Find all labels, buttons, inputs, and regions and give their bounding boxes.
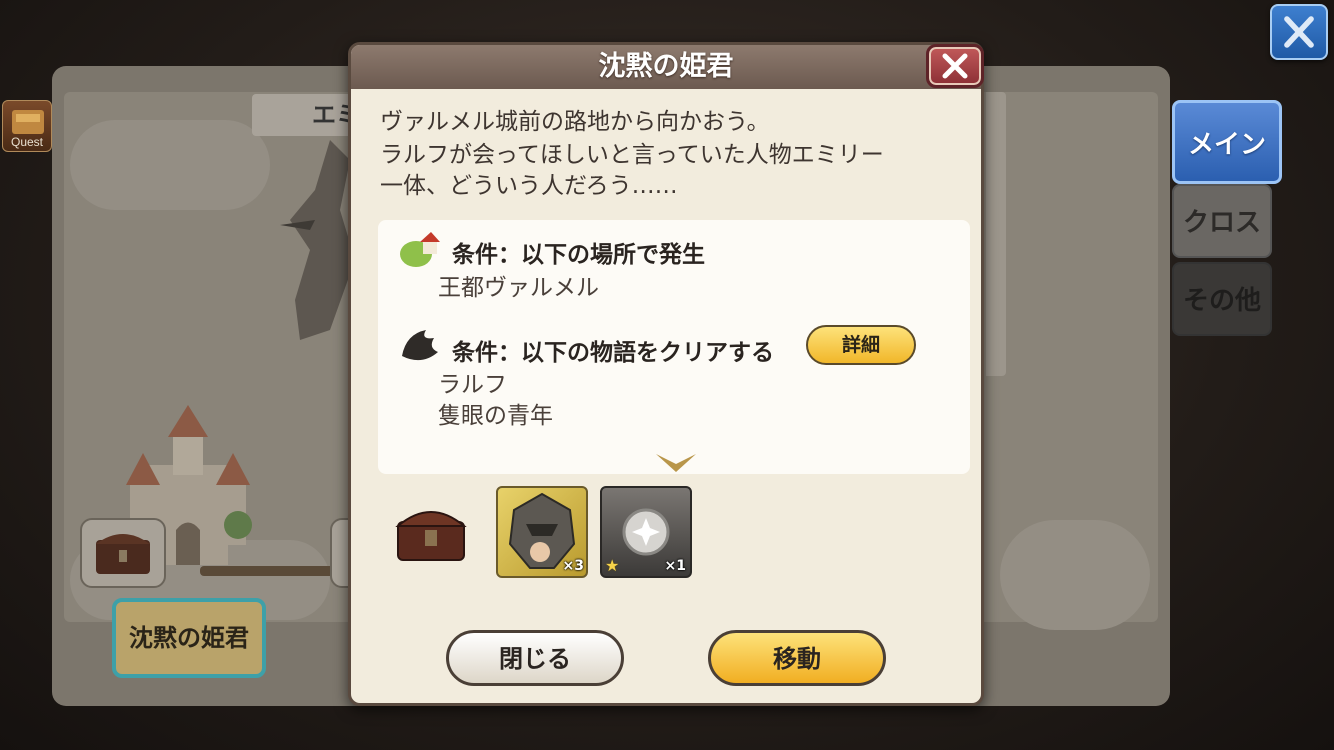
dialog-title: 沈黙の姫君 <box>598 51 734 82</box>
tab-other[interactable]: その他 <box>1172 262 1272 336</box>
detail-button[interactable]: 詳細 <box>806 325 916 365</box>
reward-chest-icon <box>395 511 467 561</box>
cloud <box>70 120 270 210</box>
dialog-close-button[interactable] <box>926 44 984 88</box>
tab-cross[interactable]: クロス <box>1172 184 1272 258</box>
close-x-icon <box>1284 16 1314 48</box>
description-line-2: ラルフが会ってほしいと言っていた人物エミリー <box>380 142 884 168</box>
condition-1-title: 条件：以下の場所で発生 <box>452 242 705 268</box>
quest-label: Quest <box>10 135 43 149</box>
treasure-chest-icon <box>96 534 150 574</box>
tab-main[interactable]: メイン <box>1172 100 1282 184</box>
reward-item-2[interactable]: ★ ×1 <box>600 486 692 578</box>
quest-shortcut[interactable]: Quest <box>2 100 52 152</box>
move-button[interactable]: 移動 <box>708 630 886 686</box>
map-path <box>200 566 340 576</box>
reward-item-1[interactable]: ×3 <box>496 486 588 578</box>
background-edge <box>986 92 1006 376</box>
condition-1-detail: 王都ヴァルメル <box>438 275 599 301</box>
condition-2-title: 条件：以下の物語をクリアする <box>452 340 774 366</box>
location-house-icon <box>400 232 440 267</box>
treasure-bubble[interactable] <box>80 518 166 588</box>
cloud <box>1000 520 1150 630</box>
close-x-icon <box>942 53 968 79</box>
armored-character-silhouette <box>280 140 355 340</box>
close-button[interactable]: 閉じる <box>446 630 624 686</box>
description-line-3: 一体、どういう人だろう…… <box>380 173 678 199</box>
top-close-button[interactable] <box>1270 4 1328 60</box>
story-raven-icon <box>402 330 438 361</box>
reward-1-quantity: ×3 <box>562 558 584 574</box>
stage-label-button[interactable]: 沈黙の姫君 <box>112 598 266 678</box>
condition-2-detail-2: 隻眼の青年 <box>438 403 553 429</box>
reward-2-quantity: ×1 <box>664 558 686 574</box>
description-line-1: ヴァルメル城前の路地から向かおう。 <box>380 109 770 135</box>
rarity-star-icon: ★ <box>605 556 620 575</box>
condition-2-detail-1: ラルフ <box>438 372 507 398</box>
scroll-down-chevron-icon[interactable] <box>654 452 698 474</box>
